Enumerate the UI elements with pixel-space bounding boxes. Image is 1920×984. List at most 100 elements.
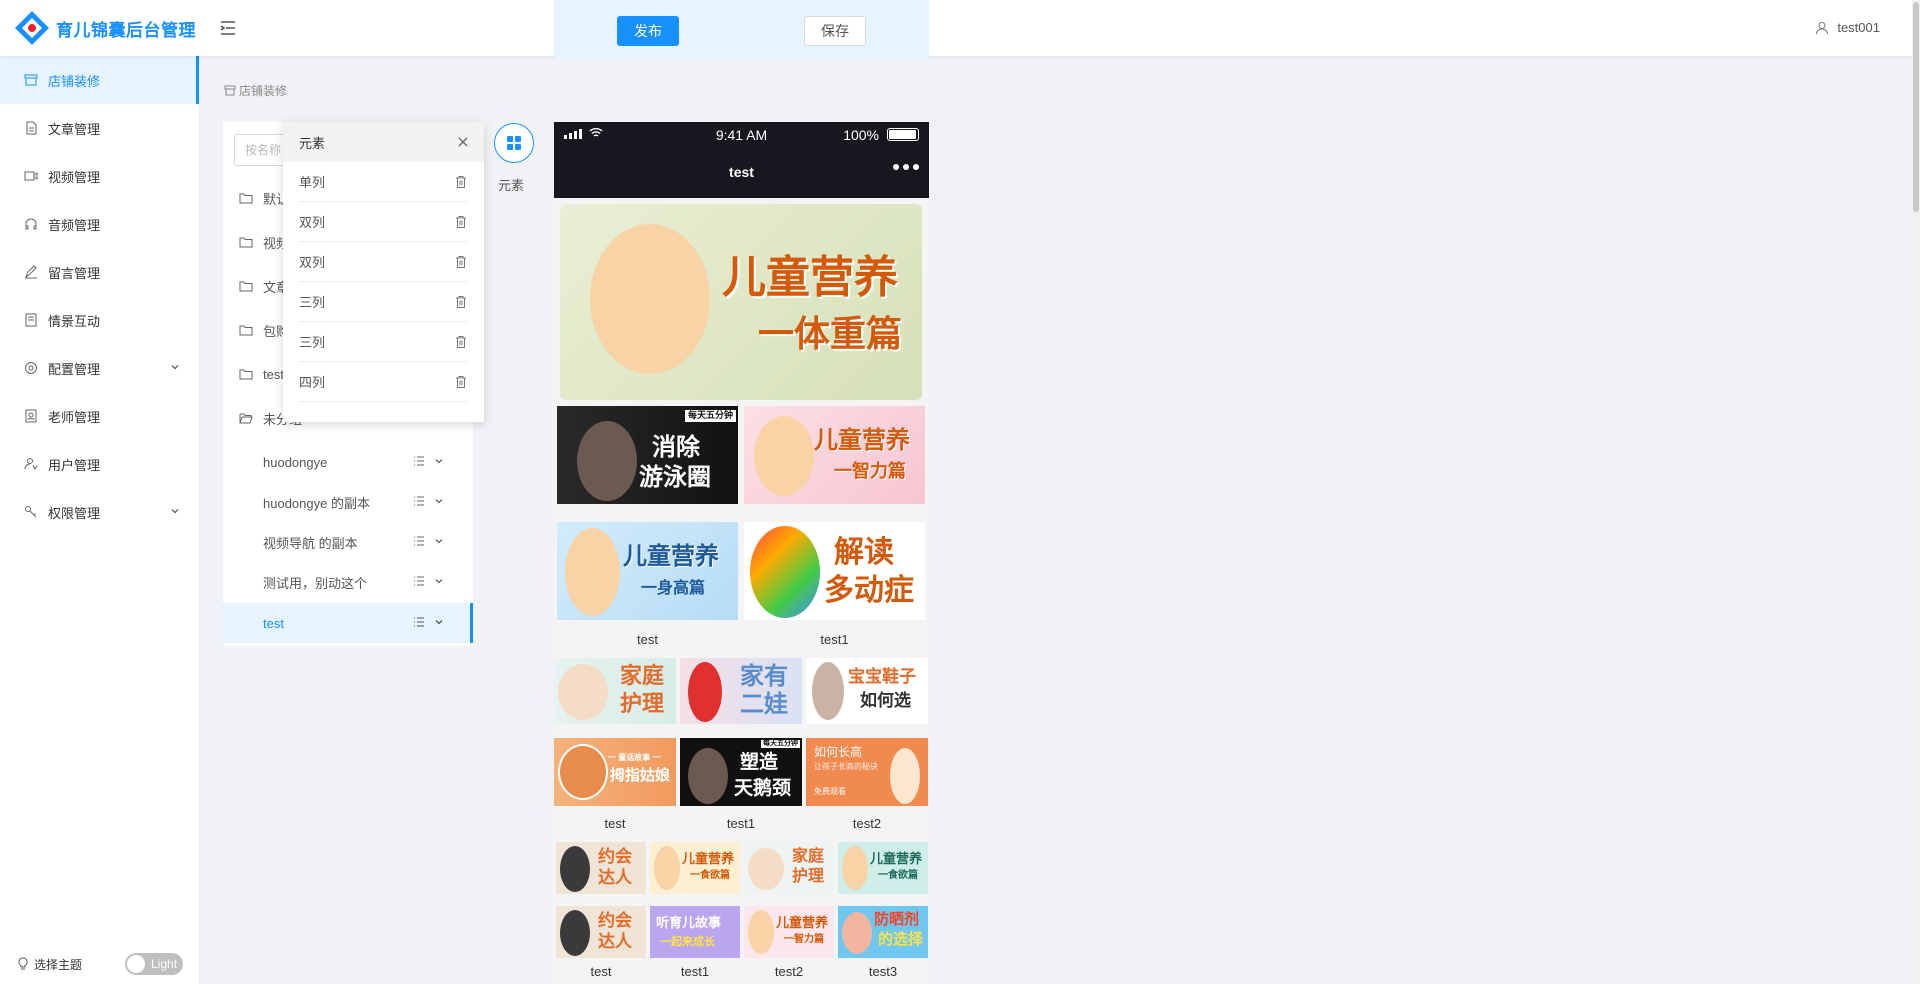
tree-folder[interactable]: test — [239, 362, 284, 386]
tree-leaf[interactable]: 视频导航 的副本 — [223, 522, 473, 562]
yoga-photo — [577, 421, 637, 501]
user-icon — [1816, 21, 1829, 34]
save-button[interactable]: 保存 — [804, 16, 866, 46]
headphones-icon — [24, 217, 38, 231]
folder-icon — [239, 369, 253, 380]
sidebar-item-messages[interactable]: 留言管理 — [0, 248, 199, 296]
scrollbar-thumb[interactable] — [1913, 2, 1919, 212]
two-col-tile[interactable]: 解读 多动症 — [744, 522, 925, 620]
sidebar-item-config[interactable]: 配置管理 — [0, 344, 199, 392]
popup-element-row[interactable]: 四列 — [299, 362, 468, 402]
banner-tile[interactable]: 儿童营养 一体重篇 — [560, 204, 922, 400]
tile-text-1: 防晒剂 — [874, 911, 920, 928]
delete-icon[interactable] — [454, 215, 468, 229]
chevron-down-icon[interactable] — [433, 575, 445, 587]
username: test001 — [1837, 20, 1880, 35]
page-scrollbar[interactable] — [1912, 0, 1920, 984]
popup-element-row[interactable]: 三列 — [299, 322, 468, 362]
book-icon — [24, 313, 38, 327]
four-col-tile[interactable]: 防晒剂 的选择 — [838, 906, 928, 958]
three-col-tile[interactable]: 如何长高 让孩子长高的秘诀 免费观看 — [806, 738, 928, 806]
sidebar-item-teachers[interactable]: 老师管理 — [0, 392, 199, 440]
sidebar-item-permissions[interactable]: 权限管理 — [0, 488, 199, 536]
tree-leaf-selected[interactable]: test — [223, 603, 473, 643]
list-icon[interactable] — [413, 535, 425, 547]
delete-icon[interactable] — [454, 255, 468, 269]
tile-text-1: 听育儿故事 — [656, 915, 722, 930]
tree-folder[interactable]: 视频 — [239, 230, 289, 254]
popup-element-row[interactable]: 双列 — [299, 242, 468, 282]
three-col-tile[interactable]: 家有 二娃 — [680, 658, 802, 724]
tile-text-2: 达人 — [598, 868, 632, 887]
tile-caption: test — [590, 964, 612, 979]
three-col-tile[interactable]: 每天五分钟 塑造 天鹅颈 — [680, 738, 802, 806]
chevron-down-icon — [171, 365, 179, 370]
delete-icon[interactable] — [454, 335, 468, 349]
user-menu[interactable]: test001 — [1815, 20, 1880, 35]
list-icon[interactable] — [413, 575, 425, 587]
sidebar-item-shop-decoration[interactable]: 店铺装修 — [0, 56, 199, 104]
storybook-illustration — [558, 744, 608, 800]
sidebar-item-audio[interactable]: 音频管理 — [0, 200, 199, 248]
tile-text-1: 儿童营养 — [814, 427, 910, 454]
three-col-tile[interactable]: 一 童话故事 一 拇指姑娘 — [554, 738, 676, 806]
tile-caption: test2 — [774, 964, 804, 979]
sidebar-item-articles[interactable]: 文章管理 — [0, 104, 199, 152]
four-col-tile[interactable]: 儿童营养 一食欲篇 — [650, 842, 740, 894]
two-col-tile[interactable]: 每天五分钟 消除 游泳圈 — [557, 406, 738, 504]
popup-element-row[interactable]: 三列 — [299, 282, 468, 322]
baby-illustration — [654, 846, 680, 890]
tree-folder[interactable]: 文章 — [239, 274, 289, 298]
breadcrumb-current[interactable]: 店铺装修 — [239, 82, 287, 99]
logo-icon — [15, 11, 49, 45]
popup-header: 元素 — [283, 122, 484, 162]
tree-leaf[interactable]: 测试用，别动这个 — [223, 562, 473, 602]
grid-icon — [507, 136, 521, 150]
bulb-icon — [18, 957, 28, 970]
tree-folder[interactable]: 默认 — [239, 186, 289, 210]
woman-photo — [688, 662, 722, 722]
list-icon[interactable] — [413, 616, 425, 628]
tree-folder[interactable]: 包购 — [239, 318, 289, 342]
app-logo[interactable]: 育儿锦囊后台管理 — [12, 10, 196, 46]
element-label: 三列 — [299, 335, 326, 350]
tree-leaf[interactable]: huodongye — [223, 442, 473, 482]
four-col-tile[interactable]: 儿童营养 一智力篇 — [744, 906, 834, 958]
tile-text-1: 约会 — [598, 847, 632, 866]
list-icon[interactable] — [413, 455, 425, 467]
chevron-down-icon[interactable] — [433, 455, 445, 467]
two-col-tile[interactable]: 儿童营养 一身高篇 — [557, 522, 738, 620]
sidebar-item-label: 店铺装修 — [48, 73, 101, 89]
chevron-down-icon[interactable] — [433, 535, 445, 547]
tile-caption: test — [604, 816, 626, 831]
three-col-tile[interactable]: 宝宝鞋子 如何选 — [806, 658, 928, 724]
tree-leaf[interactable]: huodongye 的副本 — [223, 482, 473, 522]
four-col-tile[interactable]: 约会 达人 — [556, 906, 646, 958]
more-icon[interactable] — [893, 164, 919, 170]
three-col-tile[interactable]: 家庭 护理 — [554, 658, 676, 724]
delete-icon[interactable] — [454, 295, 468, 309]
two-col-tile[interactable]: 儿童营养 一智力篇 — [744, 406, 925, 504]
theme-toggle[interactable]: Light — [125, 953, 183, 975]
close-icon[interactable] — [456, 135, 470, 149]
sidebar-item-videos[interactable]: 视频管理 — [0, 152, 199, 200]
menu-fold-icon[interactable] — [218, 18, 238, 38]
popup-element-row[interactable]: 单列 — [299, 162, 468, 202]
chevron-down-icon[interactable] — [433, 616, 445, 628]
four-col-tile[interactable]: 约会 达人 — [556, 842, 646, 894]
element-label: 三列 — [299, 295, 326, 310]
tile-text-2: 护理 — [620, 691, 665, 716]
sidebar-item-users[interactable]: 用户管理 — [0, 440, 199, 488]
four-col-tile[interactable]: 儿童营养 一食欲篇 — [838, 842, 928, 894]
sidebar-item-interaction[interactable]: 情景互动 — [0, 296, 199, 344]
publish-button[interactable]: 发布 — [617, 16, 679, 46]
four-col-tile[interactable]: 家庭 护理 — [744, 842, 834, 894]
delete-icon[interactable] — [454, 375, 468, 389]
elements-toggle-button[interactable] — [494, 123, 534, 163]
baby-photo — [558, 664, 608, 720]
delete-icon[interactable] — [454, 175, 468, 189]
popup-element-row[interactable]: 双列 — [299, 202, 468, 242]
chevron-down-icon[interactable] — [433, 495, 445, 507]
four-col-tile[interactable]: 听育儿故事 一起来成长 — [650, 906, 740, 958]
list-icon[interactable] — [413, 495, 425, 507]
